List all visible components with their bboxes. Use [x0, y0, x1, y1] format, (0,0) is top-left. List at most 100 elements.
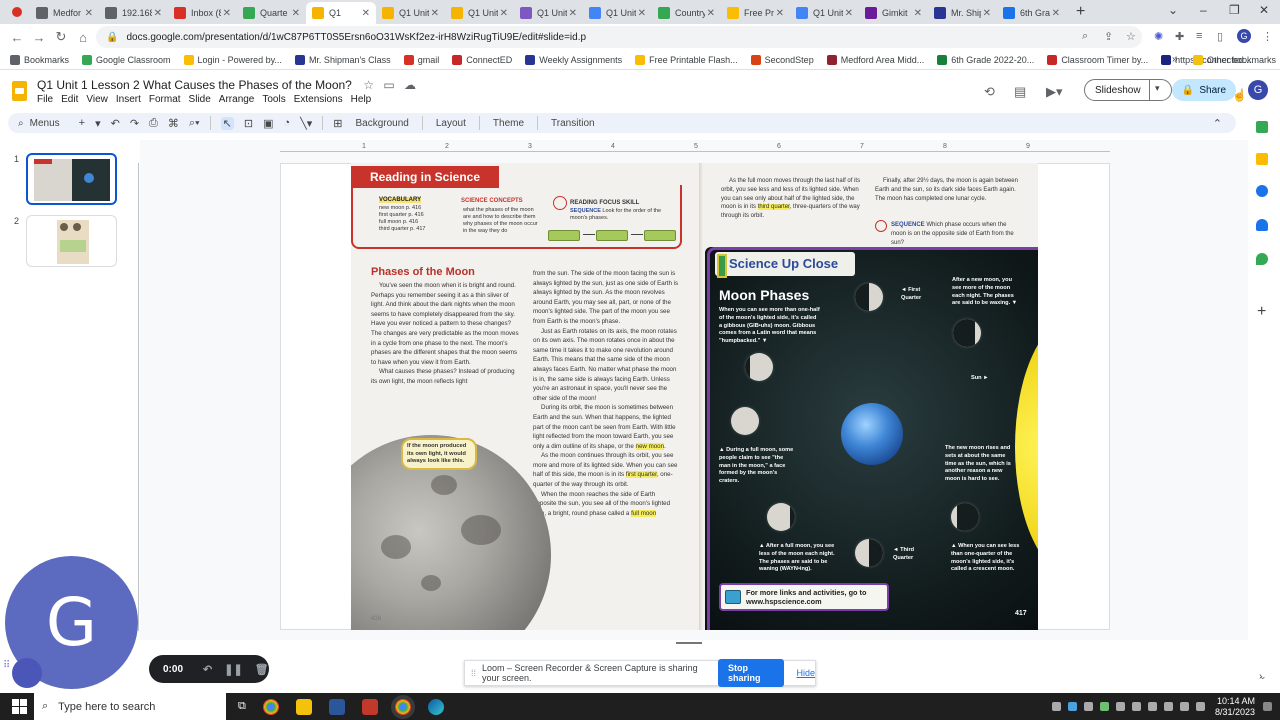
new-slide-icon[interactable]: +	[79, 117, 85, 129]
text-box-icon[interactable]: ⊡	[244, 117, 253, 130]
close-tab-icon[interactable]: ✕	[638, 8, 646, 19]
close-tab-icon[interactable]: ✕	[1052, 8, 1060, 19]
media-control-icon[interactable]: ≡	[1196, 30, 1202, 42]
keep-icon[interactable]	[1256, 153, 1268, 165]
tasks-icon[interactable]	[1256, 185, 1268, 197]
back-icon[interactable]: ←	[6, 30, 28, 45]
tray-icon[interactable]	[1131, 702, 1141, 711]
comments-icon[interactable]: ▤	[1014, 84, 1026, 100]
file-explorer-icon[interactable]	[295, 698, 312, 715]
home-icon[interactable]: ⌂	[72, 30, 94, 45]
paint-format-icon[interactable]: ⌘	[168, 117, 179, 130]
browser-tab[interactable]: 192.168 ✕	[99, 2, 168, 24]
taskbar-clock[interactable]: 10:14 AM 8/31/2023	[1215, 696, 1255, 718]
transition-button[interactable]: Transition	[551, 118, 595, 129]
side-panel-icon[interactable]: ▯	[1217, 30, 1223, 43]
bookmark-item[interactable]: ConnectED	[452, 54, 512, 65]
shape-icon[interactable]: ◔	[283, 117, 290, 129]
share-page-icon[interactable]: ⇪	[1104, 30, 1113, 43]
restart-icon[interactable]: ↶	[203, 663, 212, 676]
close-tab-icon[interactable]: ✕	[500, 8, 508, 19]
menu-help[interactable]: Help	[351, 94, 372, 105]
close-tab-icon[interactable]: ✕	[776, 8, 784, 19]
chrome-active-icon[interactable]	[394, 698, 411, 715]
menu-slide[interactable]: Slide	[189, 94, 211, 105]
close-tab-icon[interactable]: ✕	[845, 8, 853, 19]
grip-icon[interactable]: ⁞⁞	[471, 668, 476, 678]
close-tab-icon[interactable]: ✕	[431, 8, 439, 19]
maps-icon[interactable]	[1256, 253, 1268, 265]
menu-insert[interactable]: Insert	[116, 94, 141, 105]
menu-tools[interactable]: Tools	[262, 94, 285, 105]
browser-tab[interactable]: Q1 Unit ✕	[790, 2, 859, 24]
redo-icon[interactable]: ↷	[130, 117, 139, 130]
extensions-puzzle-icon[interactable]: ✚	[1175, 30, 1184, 43]
browser-tab[interactable]: 6th Gra ✕	[997, 2, 1066, 24]
stop-sharing-button[interactable]: Stop sharing	[718, 659, 785, 687]
loom-menu-button[interactable]	[12, 658, 42, 688]
browser-tab[interactable]: Q1 Unit ✕	[583, 2, 652, 24]
slide-thumbnail-2[interactable]	[26, 215, 117, 267]
menu-format[interactable]: Format	[149, 94, 181, 105]
browser-tab[interactable]: Gimkit ✕	[859, 2, 928, 24]
close-tab-icon[interactable]: ✕	[362, 8, 370, 19]
new-tab-icon[interactable]: +	[1076, 3, 1085, 21]
tray-icon[interactable]	[1115, 702, 1125, 711]
comment-add-icon[interactable]: ⊞	[333, 117, 342, 130]
line-icon[interactable]: ╲▾	[300, 117, 312, 130]
bookmark-item[interactable]: Bookmarks	[10, 54, 69, 65]
new-slide-dropdown-icon[interactable]: ▾	[95, 117, 101, 130]
bookmark-item[interactable]: Classroom Timer by...	[1047, 54, 1148, 65]
bookmark-item[interactable]: Free Printable Flash...	[635, 54, 738, 65]
cloud-status-icon[interactable]: ☁	[404, 78, 416, 92]
browser-tab[interactable]: Country ✕	[652, 2, 721, 24]
close-window-icon[interactable]: ✕	[1259, 3, 1269, 17]
sheets-icon[interactable]	[1256, 121, 1268, 133]
contacts-icon[interactable]	[1256, 219, 1268, 231]
bookmark-item[interactable]: Login - Powered by...	[183, 54, 282, 65]
slideshow-dropdown-icon[interactable]: ▾	[1155, 83, 1160, 94]
textbook-image[interactable]: Reading in Science VOCABULARY new moon p…	[351, 163, 1038, 630]
word-icon[interactable]	[328, 698, 345, 715]
browser-tab[interactable]: Q1 Unit ✕	[376, 2, 445, 24]
extension-gear-icon[interactable]: ✺	[1154, 30, 1163, 43]
image-icon[interactable]: ▣	[263, 117, 273, 130]
bookmark-item[interactable]: Mr. Shipman's Class	[294, 54, 391, 65]
other-bookmarks[interactable]: Other bookmarks	[1193, 54, 1276, 65]
bookmark-item[interactable]: SecondStep	[750, 54, 814, 65]
speaker-notes-drag-handle[interactable]	[676, 642, 702, 644]
chrome-icon[interactable]	[262, 698, 279, 715]
close-tab-icon[interactable]: ✕	[223, 8, 231, 19]
more-bookmarks-chevron-icon[interactable]: »	[1172, 54, 1178, 65]
drag-handle-icon[interactable]: ⠿	[3, 660, 10, 671]
close-tab-icon[interactable]: ✕	[707, 8, 715, 19]
pause-icon[interactable]: ❚❚	[224, 663, 242, 676]
browser-tab[interactable]: Q1 Unit ✕	[445, 2, 514, 24]
notifications-icon[interactable]	[1263, 702, 1272, 711]
undo-icon[interactable]: ↶	[111, 117, 120, 130]
zoom-icon[interactable]: ⌕▾	[189, 117, 200, 130]
bookmark-item[interactable]: 6th Grade 2022-20...	[937, 54, 1034, 65]
network-icon[interactable]	[1179, 702, 1189, 711]
background-button[interactable]: Background	[356, 118, 409, 129]
close-tab-icon[interactable]: ✕	[85, 8, 93, 19]
tray-icon[interactable]	[1067, 702, 1077, 711]
print-icon[interactable]: ⎙	[149, 117, 158, 130]
browser-tab[interactable]: Inbox (8 ✕	[168, 2, 237, 24]
menus-search[interactable]: ⌕ Menus	[18, 118, 60, 129]
meet-camera-icon[interactable]: ▶▾	[1046, 84, 1063, 100]
share-button[interactable]: 🔒 Share	[1172, 79, 1236, 101]
menu-arrange[interactable]: Arrange	[219, 94, 255, 105]
theme-button[interactable]: Theme	[493, 118, 524, 129]
tray-icon[interactable]	[1163, 702, 1173, 711]
menu-edit[interactable]: Edit	[61, 94, 78, 105]
profile-avatar[interactable]: G	[1237, 29, 1251, 43]
zoom-icon[interactable]: ⌕	[1082, 30, 1088, 43]
minimize-icon[interactable]: –	[1200, 3, 1207, 17]
restore-icon[interactable]: ❐	[1229, 3, 1240, 17]
move-folder-icon[interactable]: ▭	[383, 78, 394, 92]
version-history-icon[interactable]: ⟲	[984, 84, 995, 100]
browser-tab[interactable]: Q1 ✕	[306, 2, 376, 24]
slideshow-button[interactable]: Slideshow ▾	[1084, 79, 1172, 101]
bookmark-item[interactable]: Weekly Assignments	[525, 54, 622, 65]
